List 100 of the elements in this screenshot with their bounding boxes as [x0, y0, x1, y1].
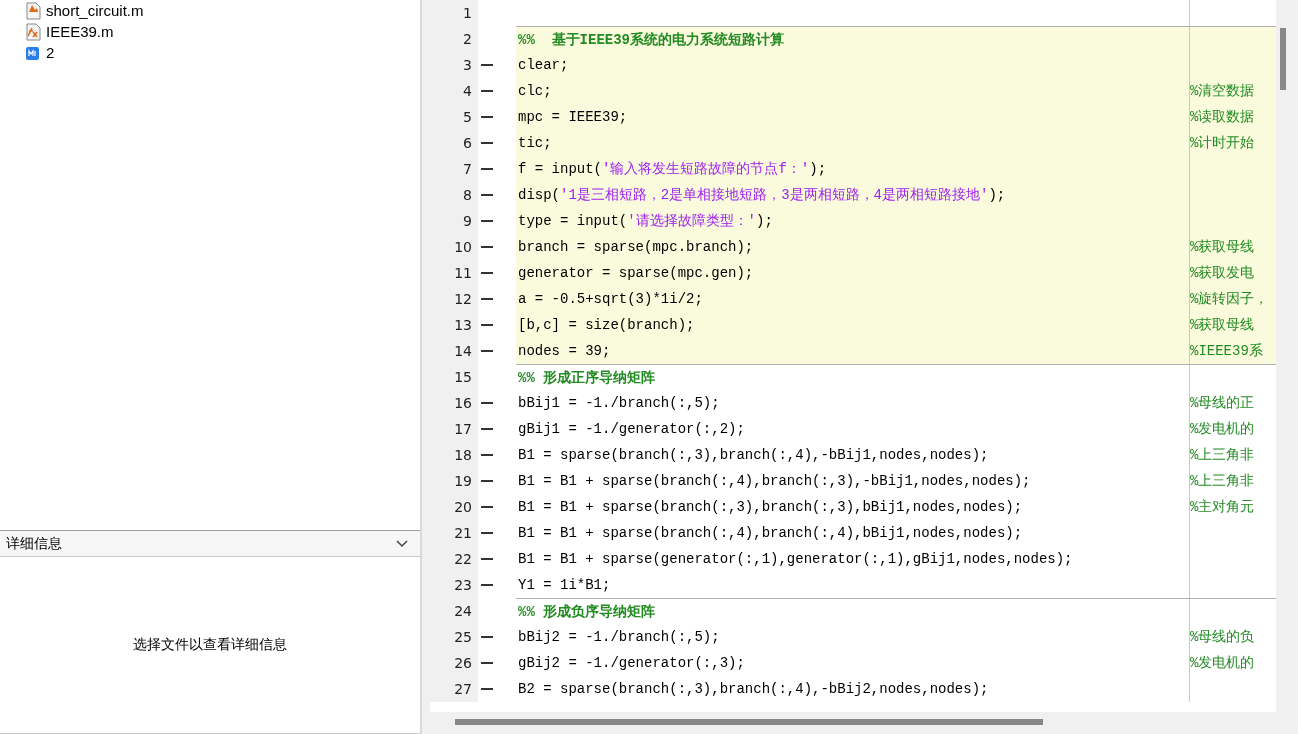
- breakpoint-marker-icon[interactable]: [481, 168, 493, 170]
- code-comment: %获取母线: [1190, 317, 1255, 333]
- breakpoint-marker-icon[interactable]: [481, 90, 493, 92]
- line-number: 2: [430, 26, 478, 52]
- breakpoint-marker-icon[interactable]: [481, 246, 493, 248]
- code-comment: %上三角非: [1190, 473, 1255, 489]
- line-number: 12: [430, 286, 478, 312]
- line-number: 10: [430, 234, 478, 260]
- code-line: clear;: [518, 57, 569, 73]
- breakpoint-marker-icon[interactable]: [481, 116, 493, 118]
- breakpoint-marker-icon[interactable]: [481, 298, 493, 300]
- code-line: disp('1是三相短路，2是单相接地短路，3是两相短路，4是两相短路接地');: [518, 187, 1006, 203]
- file-name[interactable]: short_circuit.m: [46, 2, 144, 19]
- code-line: branch = sparse(mpc.branch);: [518, 239, 754, 255]
- line-number: 24: [430, 598, 478, 624]
- code-line: Y1 = 1i*B1;: [518, 577, 611, 593]
- line-number: 9: [430, 208, 478, 234]
- code-line: mpc = IEEE39;: [518, 109, 628, 125]
- breakpoint-marker-icon[interactable]: [481, 350, 493, 352]
- code-line: bBij1 = -1./branch(:,5);: [518, 395, 720, 411]
- line-number: 27: [430, 676, 478, 702]
- code-line: B1 = B1 + sparse(generator(:,1),generator(:,1),gBij1,nodes,nodes);: [518, 551, 1073, 567]
- breakpoint-marker-icon[interactable]: [481, 194, 493, 196]
- code-line: bBij2 = -1./branch(:,5);: [518, 629, 720, 645]
- horizontal-scrollbar[interactable]: [430, 712, 1298, 734]
- code-comment: %旋转因子，: [1190, 291, 1269, 307]
- line-number: 22: [430, 546, 478, 572]
- vertical-scrollbar[interactable]: [1276, 0, 1298, 712]
- cell-title: %% 形成负序导纳矩阵: [518, 604, 656, 620]
- code-line: clc;: [518, 83, 552, 99]
- code-comment: %发电机的: [1190, 421, 1255, 437]
- line-number: 17: [430, 416, 478, 442]
- file-name[interactable]: 2: [46, 44, 55, 61]
- breakpoint-marker-icon[interactable]: [481, 402, 493, 404]
- code-line: a = -0.5+sqrt(3)*1i/2;: [518, 291, 703, 307]
- breakpoint-marker-icon[interactable]: [481, 636, 493, 638]
- line-number: 8: [430, 182, 478, 208]
- line-number: 19: [430, 468, 478, 494]
- breakpoint-marker-icon[interactable]: [481, 506, 493, 508]
- line-number: 20: [430, 494, 478, 520]
- breakpoint-marker-icon[interactable]: [481, 688, 493, 690]
- code-line: B1 = sparse(branch(:,3),branch(:,4),-bBij1,nodes,nodes);: [518, 447, 989, 463]
- line-number: 1: [430, 0, 478, 26]
- cell-title: %% 形成正序导纳矩阵: [518, 370, 656, 386]
- code-line: [b,c] = size(branch);: [518, 317, 695, 333]
- line-number: 16: [430, 390, 478, 416]
- code-comment: %母线的负: [1190, 629, 1255, 645]
- line-number: 13: [430, 312, 478, 338]
- code-comment: %获取母线: [1190, 239, 1255, 255]
- code-line: B1 = B1 + sparse(branch(:,3),branch(:,3),bBij1,nodes,nodes);: [518, 499, 1023, 515]
- breakpoint-marker-icon[interactable]: [481, 272, 493, 274]
- file-name[interactable]: IEEE39.m: [46, 23, 114, 40]
- code-comment: %清空数据: [1190, 83, 1255, 99]
- code-line: nodes = 39;: [518, 343, 611, 359]
- breakpoint-marker-icon[interactable]: [481, 142, 493, 144]
- code-comment: %上三角非: [1190, 447, 1255, 463]
- details-title: 详细信息: [6, 534, 62, 553]
- line-number: 6: [430, 130, 478, 156]
- code-line: generator = sparse(mpc.gen);: [518, 265, 754, 281]
- line-number: 18: [430, 442, 478, 468]
- line-number: 25: [430, 624, 478, 650]
- code-comment: %母线的正: [1190, 395, 1255, 411]
- breakpoint-marker-icon[interactable]: [481, 662, 493, 664]
- code-comment: %计时开始: [1190, 135, 1255, 151]
- line-number: 4: [430, 78, 478, 104]
- breakpoint-marker-icon[interactable]: [481, 220, 493, 222]
- breakpoint-marker-icon[interactable]: [481, 454, 493, 456]
- code-line: B1 = B1 + sparse(branch(:,4),branch(:,4),bBij1,nodes,nodes);: [518, 525, 1023, 541]
- line-number: 3: [430, 52, 478, 78]
- code-comment: %主对角元: [1190, 499, 1255, 515]
- line-number: 11: [430, 260, 478, 286]
- line-number: 14: [430, 338, 478, 364]
- code-comment: %读取数据: [1190, 109, 1255, 125]
- code-line: B1 = B1 + sparse(branch(:,4),branch(:,3),-bBij1,nodes,nodes);: [518, 473, 1031, 489]
- cell-title: %% 基于IEEE39系统的电力系统短路计算: [518, 32, 784, 48]
- breakpoint-marker-icon[interactable]: [481, 480, 493, 482]
- breakpoint-marker-icon[interactable]: [481, 428, 493, 430]
- breakpoint-marker-icon[interactable]: [481, 64, 493, 66]
- line-number: 5: [430, 104, 478, 130]
- code-line: gBij2 = -1./generator(:,3);: [518, 655, 745, 671]
- line-number: 15: [430, 364, 478, 390]
- details-header[interactable]: 详细信息: [0, 530, 420, 557]
- breakpoint-marker-icon[interactable]: [481, 324, 493, 326]
- line-number: 7: [430, 156, 478, 182]
- function-file-icon: [24, 22, 42, 41]
- line-number: 26: [430, 650, 478, 676]
- breakpoint-marker-icon[interactable]: [481, 558, 493, 560]
- breakpoint-marker-icon[interactable]: [481, 584, 493, 586]
- breakpoint-marker-icon[interactable]: [481, 532, 493, 534]
- chevron-icon[interactable]: [396, 539, 408, 548]
- code-comment: %IEEE39系: [1190, 343, 1263, 359]
- code-line: B2 = sparse(branch(:,3),branch(:,4),-bBij2,nodes,nodes);: [518, 681, 989, 697]
- code-line: gBij1 = -1./generator(:,2);: [518, 421, 745, 437]
- details-message: 选择文件以查看详细信息: [133, 636, 287, 654]
- code-line: f = input('输入将发生短路故障的节点f：');: [518, 161, 827, 177]
- code-line: type = input('请选择故障类型：');: [518, 213, 773, 229]
- line-number: 23: [430, 572, 478, 598]
- code-line: tic;: [518, 135, 552, 151]
- code-comment: %获取发电: [1190, 265, 1255, 281]
- line-number: 21: [430, 520, 478, 546]
